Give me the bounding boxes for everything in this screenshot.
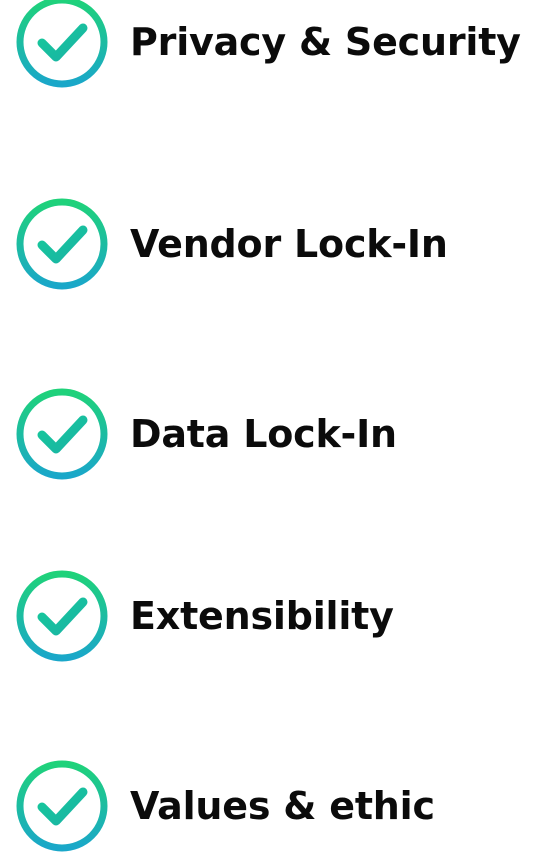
checklist-item-privacy-security: Privacy & Security <box>14 0 521 92</box>
checklist-item-values-ethic: Values & ethic <box>14 756 435 856</box>
checklist-item-data-lock-in: Data Lock-In <box>14 384 397 484</box>
checklist-item-vendor-lock-in: Vendor Lock-In <box>14 194 448 294</box>
checklist-item-label: Vendor Lock-In <box>130 222 448 266</box>
check-circle-icon <box>16 570 108 662</box>
checklist-item-label: Data Lock-In <box>130 412 397 456</box>
check-circle-icon <box>16 388 108 480</box>
checklist-item-label: Values & ethic <box>130 784 435 828</box>
checklist-item-label: Privacy & Security <box>130 20 521 64</box>
feature-checklist: Privacy & Security Vendor Lock-In Data L… <box>0 0 539 854</box>
check-circle-icon <box>16 760 108 852</box>
check-circle-icon <box>16 198 108 290</box>
checklist-item-extensibility: Extensibility <box>14 566 394 666</box>
check-circle-icon <box>16 0 108 88</box>
checklist-item-label: Extensibility <box>130 594 394 638</box>
